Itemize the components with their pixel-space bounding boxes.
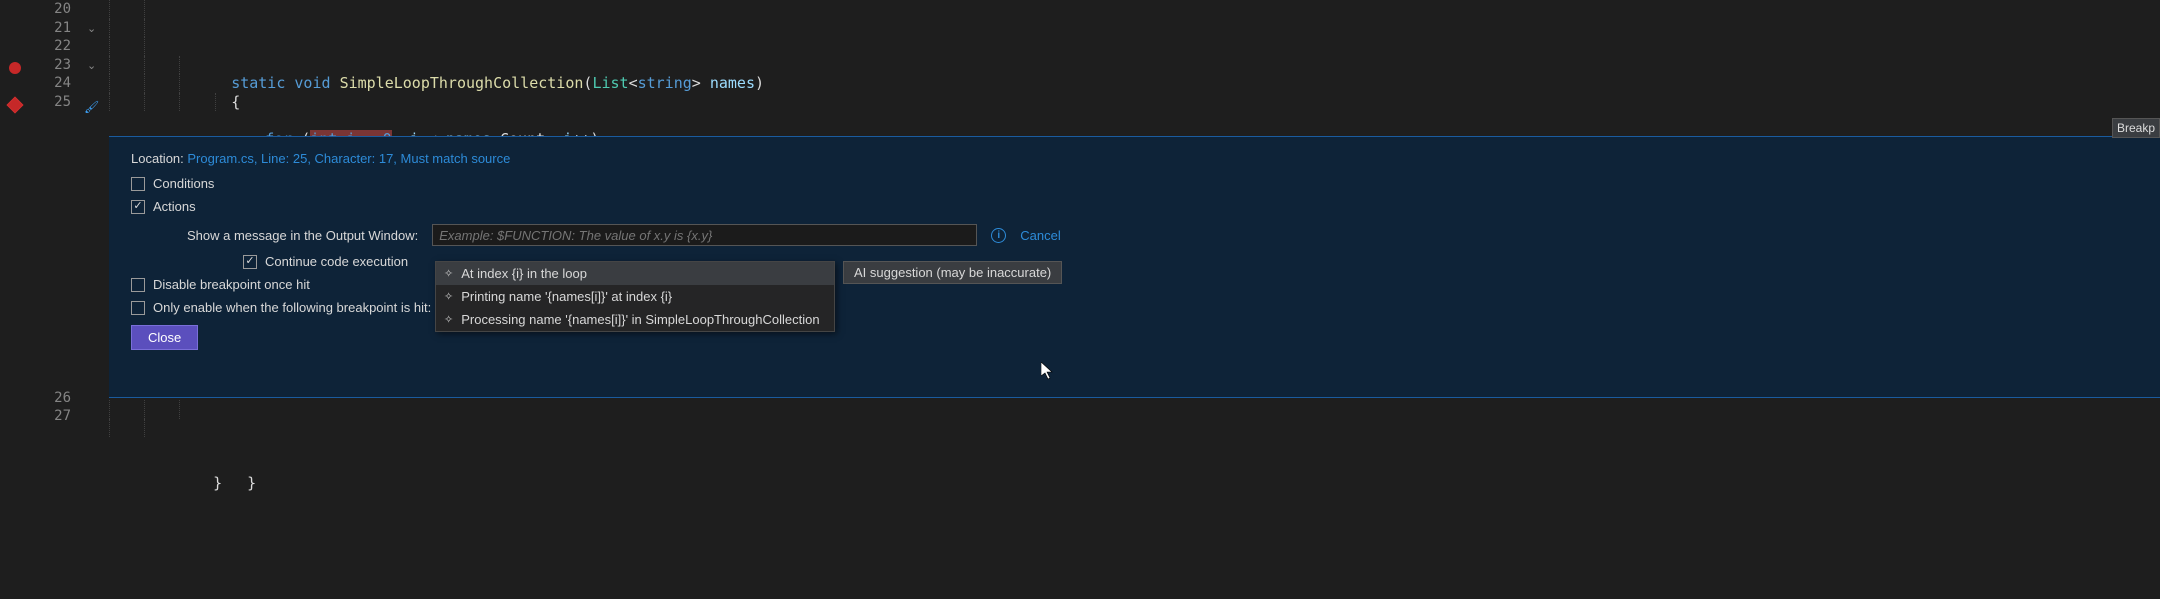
line-number: 26 <box>28 389 71 408</box>
sparkle-icon: ✧ <box>444 313 453 326</box>
conditions-checkbox[interactable] <box>131 177 145 191</box>
line-number: 21 <box>28 19 71 38</box>
breakpoint-settings-panel: Location: Program.cs, Line: 25, Characte… <box>109 136 2160 398</box>
breakpoint-unverified-icon[interactable] <box>9 62 21 74</box>
line-number: 23 <box>28 56 71 75</box>
info-icon[interactable]: i <box>991 228 1006 243</box>
debug-gutter[interactable] <box>0 0 28 599</box>
close-button[interactable]: Close <box>131 325 198 350</box>
suggestion-item[interactable]: ✧ At index {i} in the loop <box>436 262 834 285</box>
continue-execution-checkbox[interactable] <box>243 255 257 269</box>
only-enable-when-checkbox[interactable] <box>131 301 145 315</box>
breakpoint-tracepoint-icon[interactable] <box>7 97 24 114</box>
cancel-link[interactable]: Cancel <box>1020 228 1060 243</box>
actions-checkbox[interactable] <box>131 200 145 214</box>
chevron-down-icon[interactable]: ⌄ <box>87 22 96 35</box>
line-number: 25 <box>28 93 71 112</box>
fold-gutter[interactable]: ⌄ ⌄ <box>83 0 109 599</box>
suggestion-popup: ✧ At index {i} in the loop ✧ Printing na… <box>435 261 835 332</box>
breakpoint-location: Location: Program.cs, Line: 25, Characte… <box>131 151 2142 166</box>
disable-once-hit-label: Disable breakpoint once hit <box>153 277 310 292</box>
only-enable-when-label: Only enable when the following breakpoin… <box>153 300 431 315</box>
breakpoints-tab[interactable]: Breakp <box>2112 118 2160 138</box>
line-number: 24 <box>28 74 71 93</box>
line-number: 27 <box>28 407 71 426</box>
line-number: 22 <box>28 37 71 56</box>
message-label: Show a message in the Output Window: <box>187 228 418 243</box>
tracepoint-message-input[interactable] <box>432 224 977 246</box>
actions-label: Actions <box>153 199 196 214</box>
continue-execution-label: Continue code execution <box>265 254 408 269</box>
sparkle-icon: ✧ <box>444 290 453 303</box>
conditions-label: Conditions <box>153 176 214 191</box>
disable-once-hit-checkbox[interactable] <box>131 278 145 292</box>
lightbulb-icon[interactable]: 🖌 <box>84 100 99 114</box>
suggestion-item[interactable]: ✧ Processing name '{names[i]}' in Simple… <box>436 308 834 331</box>
chevron-down-icon[interactable]: ⌄ <box>87 59 96 72</box>
suggestion-item[interactable]: ✧ Printing name '{names[i]}' at index {i… <box>436 285 834 308</box>
ai-suggestion-tooltip: AI suggestion (may be inaccurate) <box>843 261 1062 284</box>
sparkle-icon: ✧ <box>444 267 453 280</box>
line-number-gutter: 20 21 22 23 24 25 26 27 <box>28 0 83 599</box>
line-number: 20 <box>28 0 71 19</box>
